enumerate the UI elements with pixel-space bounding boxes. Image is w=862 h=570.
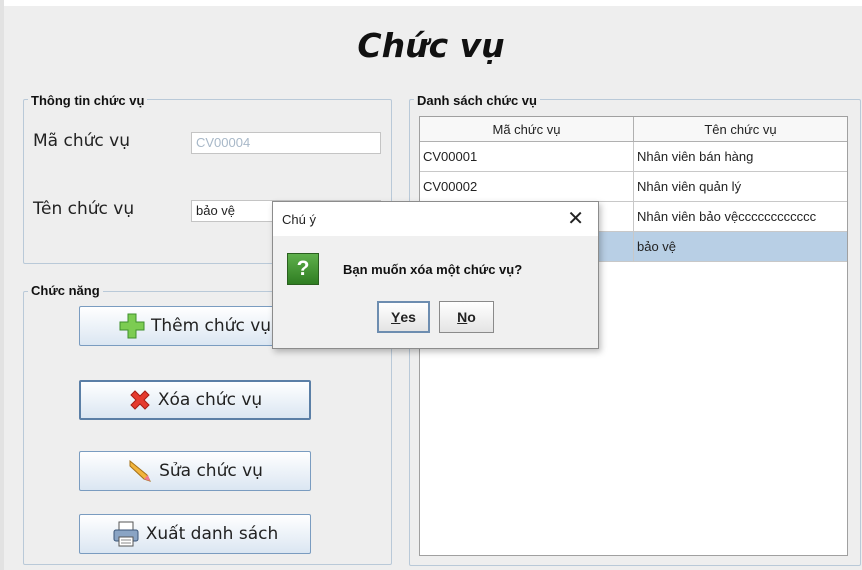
dialog-message: Bạn muốn xóa một chức vụ? [343,262,523,277]
window-left-edge [0,0,4,570]
edit-position-button[interactable]: Sửa chức vụ [79,451,311,491]
add-position-label: Thêm chức vụ [150,316,272,336]
export-list-label: Xuất danh sách [145,524,279,544]
yes-label-rest: es [400,309,416,325]
question-icon: ? [287,253,319,285]
column-header-name[interactable]: Tên chức vụ [633,117,847,142]
code-label: Mã chức vụ [33,131,130,151]
delete-position-label: Xóa chức vụ [157,390,263,410]
edit-position-label: Sửa chức vụ [159,461,263,481]
pencil-icon [129,459,152,482]
delete-position-button[interactable]: Xóa chức vụ [79,380,311,420]
no-mnemonic: N [457,309,468,325]
no-button[interactable]: No [439,301,494,333]
plus-icon [119,313,145,339]
cell-name: Nhân viên bảo vệcccccccccccc [633,201,847,232]
cell-name: bảo vệ [633,231,847,262]
dialog-title-bar[interactable]: Chú ý ✕ [273,202,598,236]
cell-code: CV00001 [420,141,634,172]
info-panel-title: Thông tin chức vụ [28,93,148,108]
code-field[interactable]: CV00004 [191,132,381,154]
name-label: Tên chức vụ [33,199,135,219]
yes-button[interactable]: Yes [377,301,430,333]
list-panel-title: Danh sách chức vụ [414,93,540,108]
table-row[interactable]: CV00001 Nhân viên bán hàng [420,141,847,172]
delete-x-icon [130,390,150,410]
close-icon[interactable]: ✕ [567,206,584,230]
confirm-dialog: Chú ý ✕ ? Bạn muốn xóa một chức vụ? Yes … [272,201,599,349]
cell-name: Nhân viên bán hàng [633,141,847,172]
page-title: Chức vụ [357,26,505,65]
export-list-button[interactable]: Xuất danh sách [79,514,311,554]
column-header-code[interactable]: Mã chức vụ [420,117,634,142]
no-label-rest: o [467,309,476,325]
window-top-strip [0,0,862,6]
cell-code: CV00002 [420,171,634,202]
cell-name: Nhân viên quản lý [633,171,847,202]
printer-icon [113,521,139,547]
dialog-title: Chú ý [282,212,316,227]
yes-mnemonic: Y [391,309,401,325]
table-row[interactable]: CV00002 Nhân viên quản lý [420,171,847,202]
functions-panel-title: Chức năng [28,283,103,298]
